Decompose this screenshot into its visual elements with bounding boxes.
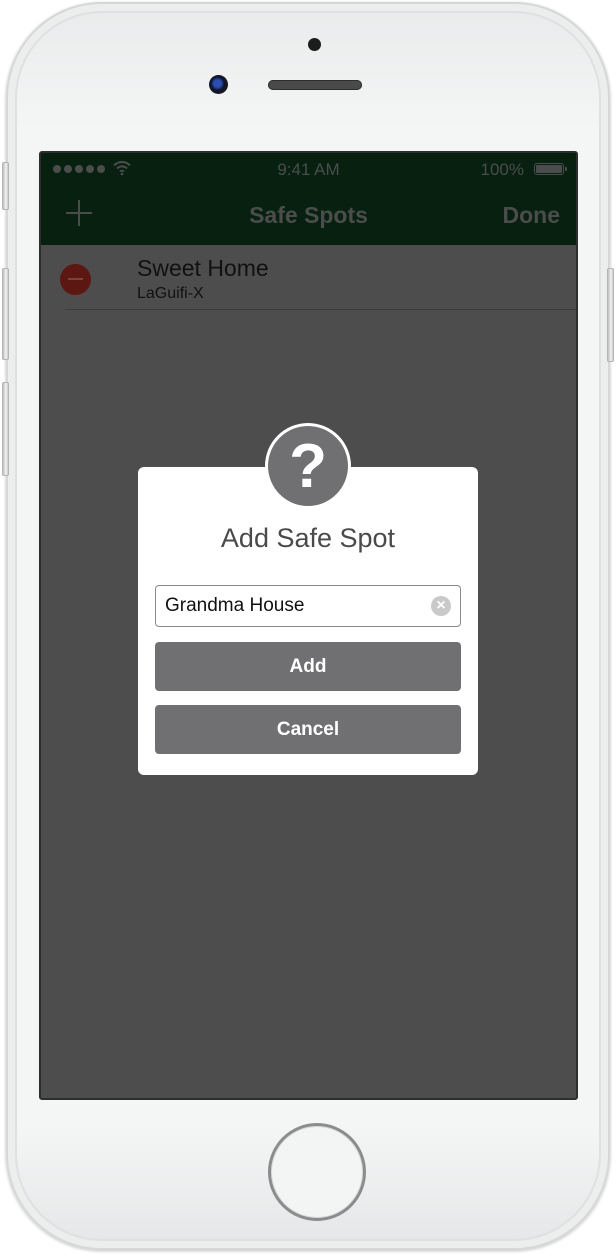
list-item-subtitle: LaGuifi-X — [137, 285, 204, 302]
add-safe-spot-dialog: Add Safe Spot × Add Cancel — [138, 467, 478, 775]
question-mark-icon: ? — [265, 423, 351, 509]
battery-percentage: 100% — [480, 160, 524, 179]
safe-spot-name-input[interactable] — [165, 586, 425, 625]
add-button[interactable]: Add — [155, 642, 461, 691]
navigation-bar: 9:41 AM 100% Safe Spots Done — [41, 153, 576, 245]
row-divider — [65, 309, 576, 310]
cancel-button[interactable]: Cancel — [155, 705, 461, 754]
minus-circle-icon[interactable] — [60, 264, 91, 295]
done-button[interactable]: Done — [503, 202, 561, 229]
list-item[interactable]: Sweet Home LaGuifi-X — [41, 245, 576, 311]
mute-switch — [2, 162, 9, 210]
volume-down-button — [2, 382, 9, 476]
page-title: Safe Spots — [249, 202, 368, 228]
list-item-title: Sweet Home — [137, 255, 269, 281]
volume-up-button — [2, 268, 9, 360]
add-safe-spot-button[interactable] — [65, 199, 93, 227]
proximity-sensor — [308, 38, 321, 51]
safe-spot-name-field[interactable]: × — [155, 585, 461, 627]
front-camera — [209, 75, 228, 94]
clear-circle-icon[interactable]: × — [431, 596, 451, 616]
battery-icon — [534, 163, 567, 175]
earpiece-speaker — [268, 80, 362, 90]
dialog-title: Add Safe Spot — [220, 523, 396, 553]
status-bar: 9:41 AM 100% — [41, 153, 576, 185]
app-screen: 9:41 AM 100% Safe Spots Done Sweet Home … — [39, 151, 578, 1100]
home-button[interactable] — [268, 1123, 366, 1221]
power-button — [607, 268, 614, 362]
